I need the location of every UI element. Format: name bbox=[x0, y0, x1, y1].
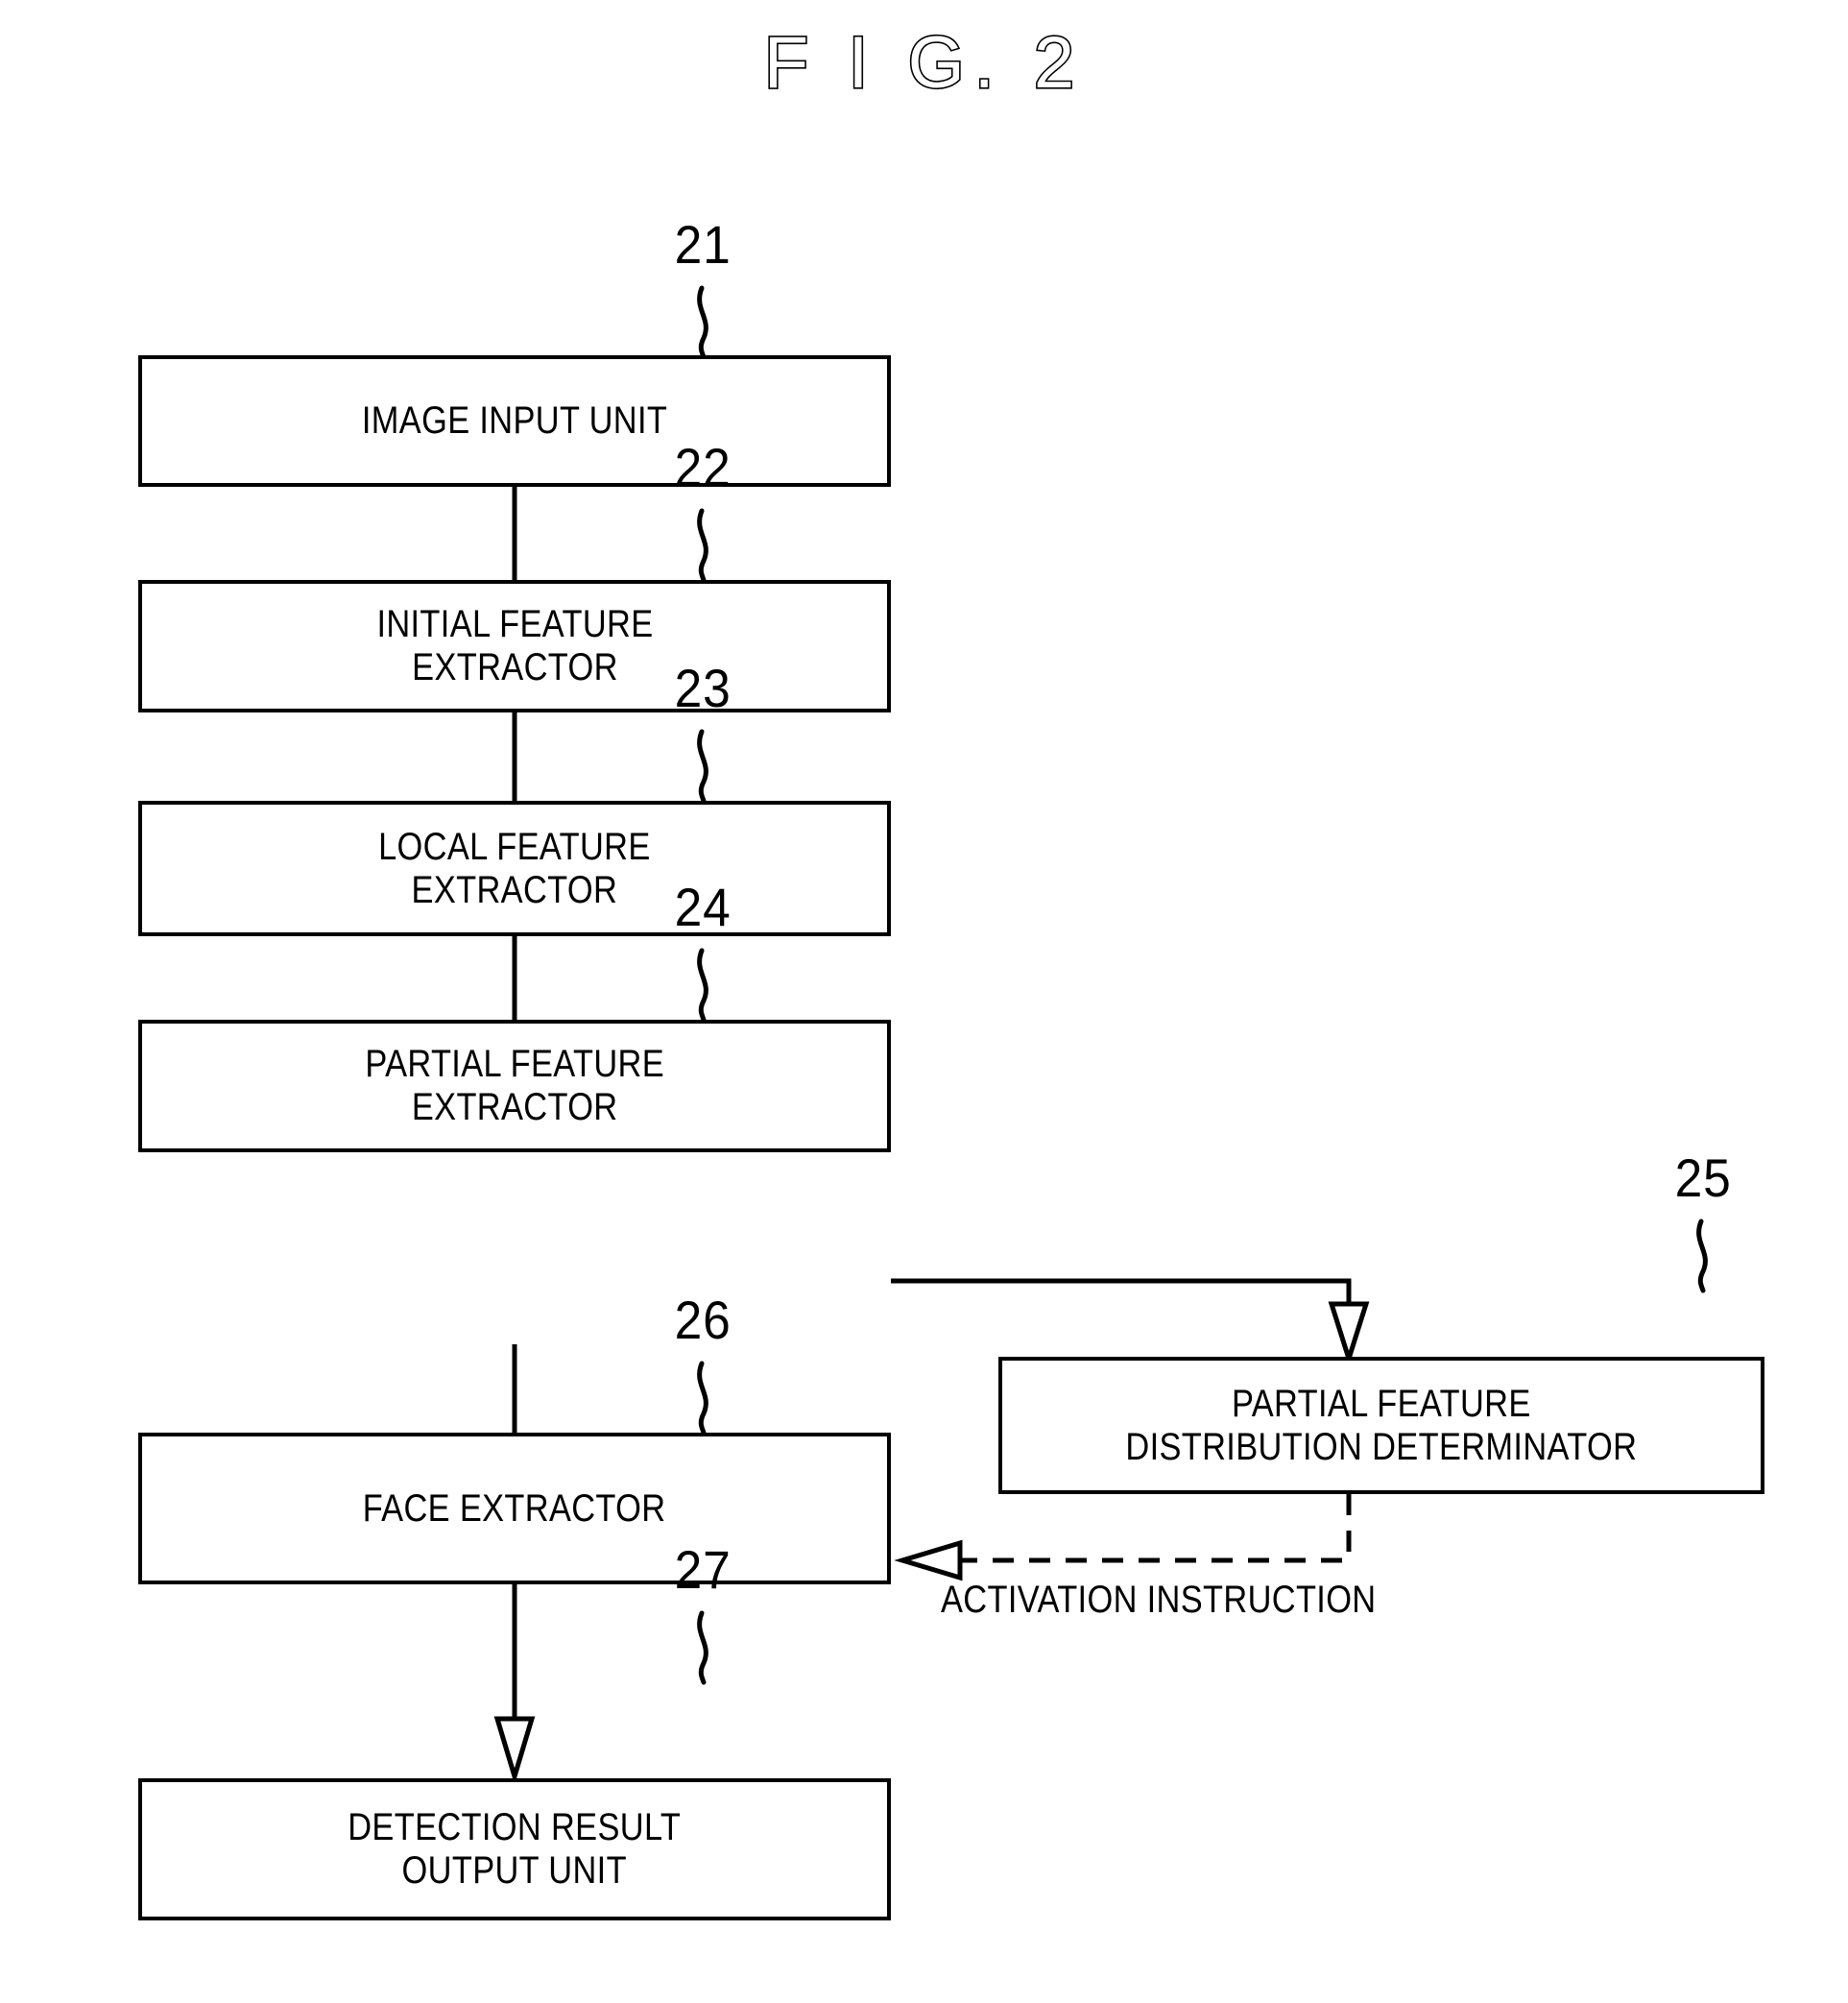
ref-numeral-26: 26 bbox=[674, 1290, 732, 1350]
leader-squiggle-24 bbox=[697, 948, 708, 1023]
block-face-extractor[interactable]: FACE EXTRACTOR bbox=[138, 1433, 891, 1584]
block-label-27: DETECTION RESULT OUTPUT UNIT bbox=[348, 1806, 682, 1892]
block-label-24: PARTIAL FEATURE EXTRACTOR bbox=[365, 1043, 664, 1128]
ref-numeral-23: 23 bbox=[674, 658, 732, 718]
block-label-23: LOCAL FEATURE EXTRACTOR bbox=[378, 825, 651, 911]
arrowhead-26-27 bbox=[493, 1716, 536, 1785]
ref-numeral-21: 21 bbox=[674, 214, 732, 275]
ref-numeral-24: 24 bbox=[674, 877, 732, 937]
leader-squiggle-25 bbox=[1696, 1219, 1708, 1293]
leader-squiggle-22 bbox=[697, 508, 708, 583]
block-label-22: INITIAL FEATURE EXTRACTOR bbox=[375, 603, 654, 688]
arrowhead-25-26 bbox=[894, 1539, 963, 1581]
block-partial-feature-distribution-determinator[interactable]: PARTIAL FEATURE DISTRIBUTION DETERMINATO… bbox=[998, 1357, 1764, 1494]
block-label-25: PARTIAL FEATURE DISTRIBUTION DETERMINATO… bbox=[1125, 1382, 1638, 1468]
connector-layer bbox=[493, 285, 1708, 1785]
block-local-feature-extractor[interactable]: LOCAL FEATURE EXTRACTOR bbox=[138, 801, 891, 936]
figure-title: F I G. 2 bbox=[762, 20, 1085, 105]
leader-squiggle-21 bbox=[697, 285, 708, 360]
block-label-21: IMAGE INPUT UNIT bbox=[361, 399, 668, 443]
figure-canvas: F I G. 2 IMAGE INPUT UNIT 21 INITIAL FEA… bbox=[0, 0, 1848, 2003]
leader-squiggle-27 bbox=[697, 1610, 708, 1685]
block-image-input-unit[interactable]: IMAGE INPUT UNIT bbox=[138, 355, 891, 487]
block-initial-feature-extractor[interactable]: INITIAL FEATURE EXTRACTOR bbox=[138, 580, 891, 712]
block-detection-result-output-unit[interactable]: DETECTION RESULT OUTPUT UNIT bbox=[138, 1778, 891, 1920]
ref-numeral-22: 22 bbox=[674, 437, 732, 497]
activation-instruction-label: ACTIVATION INSTRUCTION bbox=[941, 1579, 1377, 1621]
arrowhead-24-25 bbox=[1328, 1301, 1370, 1367]
block-label-26: FACE EXTRACTOR bbox=[363, 1486, 666, 1530]
leader-squiggle-23 bbox=[697, 729, 708, 804]
connector-25-26-activation bbox=[960, 1494, 1352, 1563]
ref-numeral-27: 27 bbox=[674, 1539, 732, 1600]
block-partial-feature-extractor[interactable]: PARTIAL FEATURE EXTRACTOR bbox=[138, 1020, 891, 1152]
leader-squiggle-26 bbox=[697, 1361, 708, 1436]
ref-numeral-25: 25 bbox=[1674, 1147, 1732, 1208]
connector-24-25 bbox=[891, 1278, 1352, 1325]
